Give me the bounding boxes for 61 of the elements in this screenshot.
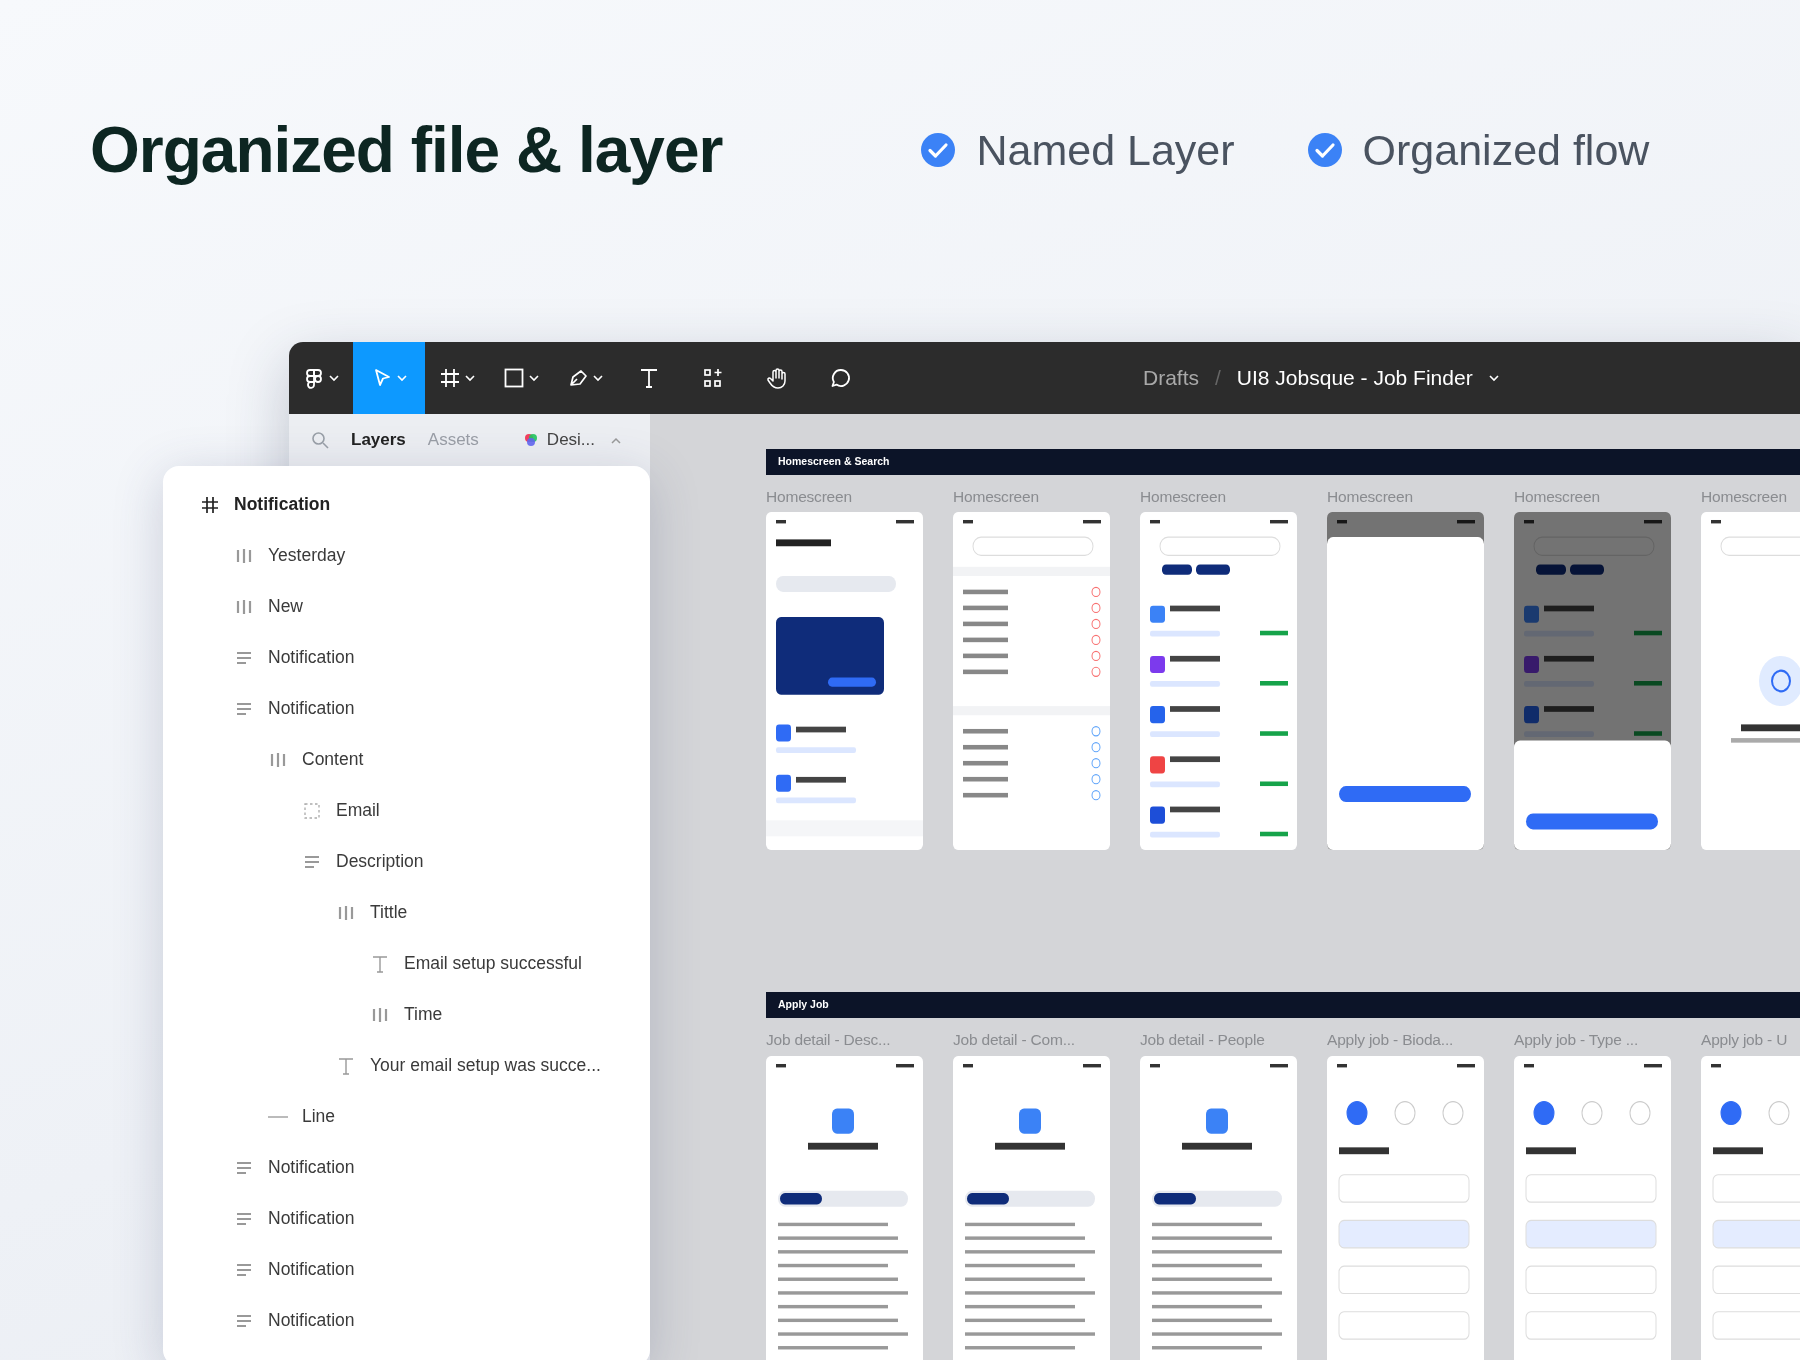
- layer-name[interactable]: Email: [336, 797, 380, 824]
- breadcrumb-separator: /: [1215, 365, 1221, 392]
- layer-name[interactable]: Notification: [268, 1205, 355, 1232]
- frame-label: Homescreen: [766, 487, 853, 507]
- rectangle-icon: [503, 367, 525, 389]
- layer-name[interactable]: Notification: [268, 644, 355, 671]
- frame-label: Job detail - Com...: [953, 1030, 1076, 1051]
- figma-logo-icon: [303, 367, 325, 389]
- layer-name[interactable]: Yesterday: [268, 542, 346, 569]
- layer-name[interactable]: Tittle: [370, 899, 408, 926]
- breadcrumb-link[interactable]: Drafts: [1143, 362, 1199, 394]
- pen-icon: [567, 367, 589, 389]
- dashed-square-icon: [302, 800, 322, 821]
- layer-name[interactable]: Notification: [268, 1154, 355, 1181]
- line-icon: [268, 1114, 288, 1119]
- frame-label: Apply job - Type ...: [1514, 1030, 1640, 1051]
- frame-label: Homescreen: [953, 487, 1040, 507]
- components-icon: [702, 367, 724, 389]
- feature-label: Organized flow: [1362, 124, 1650, 176]
- file-name[interactable]: UI8 Jobsque - Job Finder: [1236, 362, 1473, 394]
- layer-name[interactable]: Notification: [234, 491, 331, 518]
- frame-label: Homescreen: [1327, 487, 1414, 507]
- section-header: Homescreen & Search: [766, 449, 1800, 475]
- frame-icon: [200, 494, 220, 515]
- caret-icon: [1488, 374, 1499, 382]
- frame-icon: [439, 367, 461, 389]
- caret-icon: [397, 374, 407, 382]
- text-layer-icon: [336, 1055, 356, 1076]
- palette-icon: [522, 432, 539, 448]
- layer-name[interactable]: Content: [302, 746, 364, 773]
- frame-label: Job detail - Desc...: [766, 1030, 892, 1051]
- layer-name[interactable]: Your email setup was succe...: [370, 1052, 601, 1079]
- frame-label: Homescreen: [1140, 487, 1227, 507]
- layer-name[interactable]: New: [268, 593, 303, 620]
- caret-icon: [465, 374, 475, 382]
- frame-label: Job detail - People: [1140, 1030, 1266, 1051]
- layer-name[interactable]: Notification: [268, 695, 355, 722]
- caret-icon: [329, 374, 339, 382]
- frame-label: Apply job - Bioda...: [1327, 1030, 1455, 1051]
- caret-icon: [593, 374, 603, 382]
- comment-icon: [830, 367, 852, 389]
- section-header: Apply Job: [766, 992, 1800, 1019]
- layer-name[interactable]: Description: [336, 848, 424, 875]
- layer-name[interactable]: Email setup successful: [404, 950, 582, 977]
- frame-label: Apply job - U: [1701, 1030, 1789, 1051]
- page-selector[interactable]: Desi...: [522, 427, 622, 453]
- frame-label: Homescreen: [1514, 487, 1601, 507]
- layer-name[interactable]: Time: [404, 1001, 443, 1028]
- feature-label: Named Layer: [976, 124, 1235, 176]
- caret-icon: [611, 436, 622, 444]
- text-layer-icon: [370, 953, 390, 974]
- text-tool-icon: [638, 367, 660, 389]
- layer-name[interactable]: Line: [302, 1103, 336, 1130]
- panel-tab[interactable]: Layers: [351, 427, 406, 453]
- headline: Organized file & layer: [90, 112, 723, 188]
- layer-name[interactable]: Notification: [268, 1307, 355, 1334]
- hand-icon: [766, 367, 788, 389]
- caret-icon: [529, 374, 539, 382]
- frame-label: Homescreen: [1701, 487, 1788, 507]
- layer-name[interactable]: Notification: [268, 1256, 355, 1283]
- search-icon: [311, 431, 329, 449]
